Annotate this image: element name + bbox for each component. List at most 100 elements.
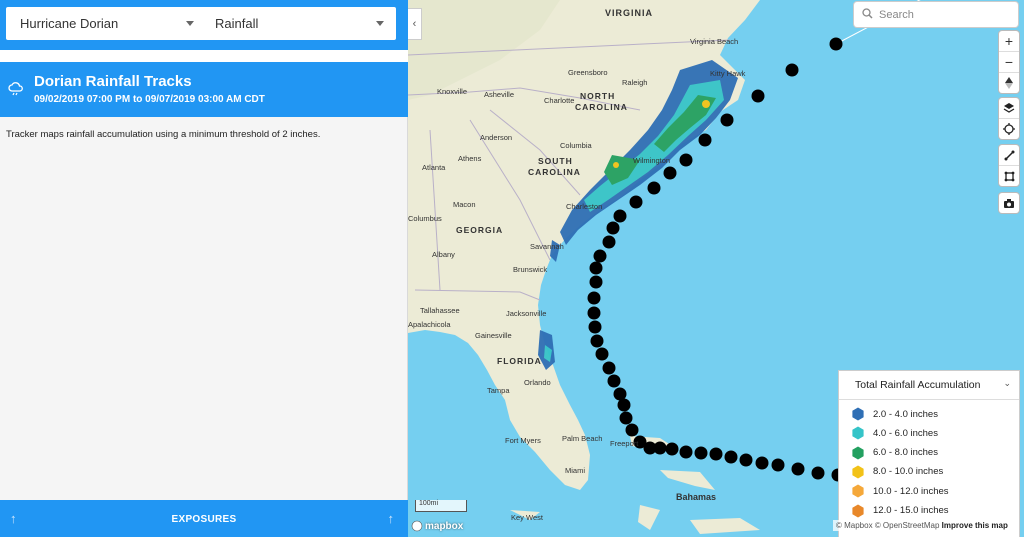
label-south-carolina-1: SOUTH <box>538 156 573 166</box>
track-point[interactable] <box>589 261 603 275</box>
track-point[interactable] <box>587 306 601 320</box>
track-header[interactable]: Dorian Rainfall Tracks 09/02/2019 07:00 … <box>0 62 408 117</box>
zoom-controls: + − <box>999 31 1019 93</box>
collapse-panel-button[interactable]: ‹ <box>408 8 422 40</box>
label-city: Charleston <box>566 202 602 211</box>
hexagon-icon <box>852 446 864 460</box>
track-point[interactable] <box>629 195 643 209</box>
screenshot-control <box>999 193 1019 213</box>
legend-item-label: 4.0 - 6.0 inches <box>873 427 938 439</box>
track-point[interactable] <box>590 334 604 348</box>
track-point[interactable] <box>587 291 601 305</box>
track-point[interactable] <box>679 445 693 459</box>
track-point[interactable] <box>694 446 708 460</box>
label-city: Palm Beach <box>562 434 602 443</box>
track-point[interactable] <box>665 442 679 456</box>
scale-bar: 100mi <box>415 500 467 512</box>
legend-item-label: 12.0 - 15.0 inches <box>873 505 949 516</box>
locate-icon[interactable] <box>999 119 1019 139</box>
track-point[interactable] <box>679 153 693 167</box>
track-point[interactable] <box>755 456 769 470</box>
track-point[interactable] <box>739 453 753 467</box>
track-point[interactable] <box>811 466 825 480</box>
draw-line-icon[interactable] <box>999 145 1019 166</box>
compass-icon[interactable] <box>999 73 1019 93</box>
track-point[interactable] <box>720 113 734 127</box>
search-box[interactable]: Search <box>854 2 1018 27</box>
chevron-down-icon[interactable]: ⌄ <box>1003 378 1011 389</box>
hexagon-icon <box>852 407 864 421</box>
filter-bar: Hurricane Dorian Rainfall <box>0 0 408 50</box>
attribution-osm[interactable]: © OpenStreetMap <box>875 521 940 530</box>
hexagon-icon <box>852 465 864 479</box>
track-point[interactable] <box>771 458 785 472</box>
label-city: Wilmington <box>633 156 670 165</box>
label-bahamas: Bahamas <box>676 492 716 502</box>
track-point[interactable] <box>602 361 616 375</box>
layer-select[interactable]: Rainfall <box>201 7 396 40</box>
sidebar-panel: Hurricane Dorian Rainfall Dorian Rainfal… <box>0 0 408 537</box>
hexagon-icon <box>852 426 864 440</box>
track-point[interactable] <box>785 63 799 77</box>
track-point[interactable] <box>588 320 602 334</box>
label-city: Knoxville <box>437 87 467 96</box>
track-point[interactable] <box>619 411 633 425</box>
hexagon-icon <box>852 504 864 517</box>
mapbox-logo-text: mapbox <box>425 520 464 532</box>
track-point[interactable] <box>607 374 621 388</box>
track-point[interactable] <box>595 347 609 361</box>
label-city: Jacksonville <box>506 309 546 318</box>
event-select-value: Hurricane Dorian <box>20 16 119 31</box>
track-point[interactable] <box>625 423 639 437</box>
exposures-bar[interactable]: ↑ EXPOSURES ↑ <box>0 500 408 537</box>
label-city: Key West <box>511 513 544 522</box>
legend-item-label: 8.0 - 10.0 inches <box>873 466 944 478</box>
legend-item: 12.0 - 15.0 inches <box>851 504 949 518</box>
track-point[interactable] <box>791 462 805 476</box>
zoom-out-button[interactable]: − <box>999 52 1019 73</box>
track-point[interactable] <box>602 235 616 249</box>
track-point[interactable] <box>709 447 723 461</box>
track-point[interactable] <box>698 133 712 147</box>
legend-item: 10.0 - 12.0 inches <box>851 484 949 498</box>
label-city: Tampa <box>487 386 510 395</box>
improve-map-link[interactable]: Improve this map <box>942 521 1008 530</box>
label-city: Fort Myers <box>505 436 541 445</box>
label-north-carolina-1: NORTH <box>580 91 615 101</box>
legend-title: Total Rainfall Accumulation <box>855 379 981 391</box>
label-city: Atlanta <box>422 163 446 172</box>
label-city: Kitty Hawk <box>710 69 746 78</box>
label-city: Albany <box>432 250 455 259</box>
label-virginia: VIRGINIA <box>605 8 653 18</box>
search-input[interactable]: Search <box>879 9 914 21</box>
label-city: Raleigh <box>622 78 647 87</box>
track-point[interactable] <box>606 221 620 235</box>
arrow-up-icon[interactable]: ↑ <box>388 511 395 526</box>
track-point[interactable] <box>663 166 677 180</box>
label-south-carolina-2: CAROLINA <box>528 167 581 177</box>
label-city: Greensboro <box>568 68 608 77</box>
event-select[interactable]: Hurricane Dorian <box>6 7 206 40</box>
track-description: Tracker maps rainfall accumulation using… <box>6 129 321 140</box>
track-point[interactable] <box>617 398 631 412</box>
label-city: Macon <box>453 200 476 209</box>
track-point[interactable] <box>829 37 843 51</box>
track-point[interactable] <box>589 275 603 289</box>
track-point[interactable] <box>751 89 765 103</box>
label-city: Anderson <box>480 133 512 142</box>
zoom-in-button[interactable]: + <box>999 31 1019 52</box>
draw-polygon-icon[interactable] <box>999 166 1019 186</box>
track-point[interactable] <box>613 209 627 223</box>
camera-icon[interactable] <box>999 193 1019 213</box>
legend-item: 4.0 - 6.0 inches <box>851 426 938 440</box>
attribution-mapbox[interactable]: © Mapbox <box>836 521 873 530</box>
track-point[interactable] <box>647 181 661 195</box>
mapbox-logo[interactable]: mapbox <box>411 520 463 532</box>
track-point[interactable] <box>653 441 667 455</box>
track-point[interactable] <box>593 249 607 263</box>
label-city: Asheville <box>484 90 514 99</box>
layers-icon[interactable] <box>999 98 1019 119</box>
label-city: Savannah <box>530 242 564 251</box>
attribution: © Mapbox © OpenStreetMap Improve this ma… <box>833 520 1011 531</box>
track-point[interactable] <box>724 450 738 464</box>
